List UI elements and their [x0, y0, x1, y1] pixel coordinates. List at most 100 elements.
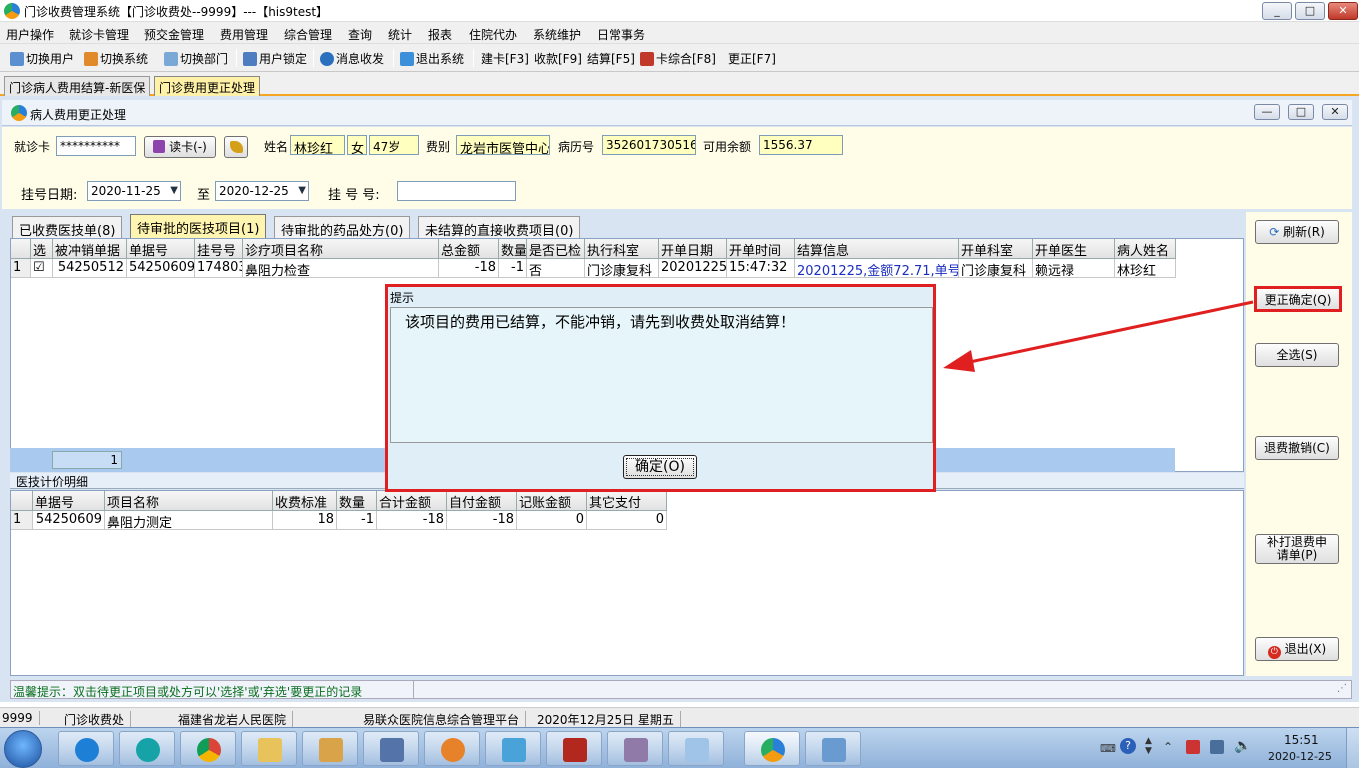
taskbar-his[interactable] — [744, 731, 800, 766]
row-select-checkbox[interactable]: ☑ — [31, 259, 53, 278]
card-reader-icon — [153, 140, 166, 153]
grid-header: 开单时间 — [727, 239, 795, 259]
info-icon — [320, 51, 334, 66]
inner-close-button[interactable]: ✕ — [1322, 104, 1348, 120]
messages-button[interactable]: 消息收发 — [320, 50, 384, 67]
menu-general-mgmt[interactable]: 综合管理 — [284, 26, 332, 43]
start-button[interactable] — [4, 730, 42, 768]
taskbar-remote[interactable] — [805, 731, 861, 766]
inner-minimize-button[interactable]: — — [1254, 104, 1280, 120]
grid-header: 执行科室 — [585, 239, 659, 259]
keyboard-icon[interactable]: ⌨ — [1100, 742, 1116, 755]
inner-window-title: 病人费用更正处理 — [30, 108, 127, 122]
show-desktop-button[interactable] — [1346, 728, 1359, 768]
cell-doctor: 赖远禄 — [1033, 259, 1115, 278]
close-button[interactable]: ✕ — [1328, 2, 1358, 20]
taskbar-edge[interactable] — [119, 731, 175, 766]
exit-system-button[interactable]: 退出系统 — [400, 50, 464, 67]
doctab-correction[interactable]: 门诊费用更正处理 — [154, 76, 261, 96]
dialog-message: 该项目的费用已结算，不能冲销，请先到收费处取消结算！ — [405, 313, 796, 331]
menu-fee-mgmt[interactable]: 费用管理 — [220, 26, 268, 43]
menu-stats[interactable]: 统计 — [388, 26, 412, 43]
settle-button[interactable]: 结算[F5] — [587, 50, 635, 67]
grid-header: 数量 — [499, 239, 527, 259]
cell-reg-no: 1748035 — [195, 259, 243, 278]
volume-icon[interactable]: 🔈 — [1234, 738, 1251, 754]
switch-system-button[interactable]: 切换系统 — [84, 50, 148, 67]
tab-pending-prescriptions[interactable]: 待审批的药品处方(0) — [274, 216, 411, 239]
reg-no-input[interactable] — [397, 181, 516, 201]
taskbar: ⌨ ? ▲ ▼ ⌃ 🔈 15:51 2020-12-25 — [0, 727, 1359, 768]
grid-header: 其它支付 — [587, 491, 667, 511]
taskbar-tool[interactable] — [485, 731, 541, 766]
tab-unsettled-items[interactable]: 未结算的直接收费项目(0) — [418, 216, 581, 239]
menu-card-mgmt[interactable]: 就诊卡管理 — [69, 26, 129, 43]
inner-maximize-button[interactable]: □ — [1288, 104, 1314, 120]
refresh-button[interactable]: ⟳ 刷新(R) — [1255, 220, 1339, 244]
read-card-button[interactable]: 读卡(-) — [144, 136, 216, 158]
exit-button[interactable]: ⏻ 退出(X) — [1255, 637, 1339, 661]
cell-patient: 林珍红 — [1115, 259, 1176, 278]
grid-header-index — [11, 239, 31, 259]
taskbar-notepad[interactable] — [668, 731, 724, 766]
taskbar-explorer[interactable] — [241, 731, 297, 766]
grid-header: 合计金额 — [377, 491, 447, 511]
taskbar-sql[interactable] — [302, 731, 358, 766]
cell-price: 18 — [273, 511, 337, 530]
toolbar-separator — [473, 49, 474, 67]
reprint-refund-button[interactable]: 补打退费申 请单(P) — [1255, 534, 1339, 564]
broom-icon — [230, 141, 243, 153]
minimize-button[interactable]: _ — [1262, 2, 1292, 20]
collect-button[interactable]: 收款[F9] — [534, 50, 582, 67]
menu-query[interactable]: 查询 — [348, 26, 372, 43]
doctab-settlement[interactable]: 门诊病人费用结算-新医保 — [4, 76, 151, 96]
flag-icon[interactable] — [1186, 740, 1200, 754]
taskbar-sql-profiler[interactable] — [363, 731, 419, 766]
taskbar-ie[interactable] — [58, 731, 114, 766]
card-overview-button[interactable]: 卡综合[F8] — [640, 50, 716, 67]
tab-charged-items[interactable]: 已收费医技单(8) — [12, 216, 123, 239]
grid-header: 单据号 — [127, 239, 195, 259]
status-platform: 易联众医院信息综合管理平台 — [363, 711, 527, 728]
fee-type-label: 费别 — [426, 140, 451, 154]
create-card-button[interactable]: 建卡[F3] — [481, 50, 529, 67]
detail-grid: 单据号 项目名称 收费标准 数量 合计金额 自付金额 记账金额 其它支付 1 5… — [10, 490, 1244, 676]
clear-button[interactable] — [224, 136, 248, 158]
resize-grip-icon[interactable]: ⋰ — [1337, 683, 1347, 694]
taskbar-db[interactable] — [607, 731, 663, 766]
date-from-picker[interactable]: 2020-11-25 ▼ — [87, 181, 181, 201]
tab-pending-items[interactable]: 待审批的医技项目(1) — [130, 214, 267, 238]
grid-header: 选 — [31, 239, 53, 259]
menu-sys-maint[interactable]: 系统维护 — [533, 26, 581, 43]
tool-icon — [502, 738, 526, 762]
document-tabs: 门诊病人费用结算-新医保 门诊费用更正处理 — [0, 72, 1359, 96]
magnifier-icon — [441, 738, 465, 762]
power-icon: ⏻ — [1267, 646, 1281, 659]
confirm-correction-button[interactable]: 更正确定(Q) — [1254, 286, 1342, 312]
date-to-picker[interactable]: 2020-12-25 ▼ — [215, 181, 309, 201]
network-icon[interactable] — [1210, 740, 1224, 754]
switch-dept-button[interactable]: 切换部门 — [164, 50, 228, 67]
menu-inpatient[interactable]: 住院代办 — [469, 26, 517, 43]
chevron-icon[interactable]: ▲ — [1145, 736, 1152, 746]
ok-button[interactable]: 确定(O) — [623, 455, 697, 479]
help-icon[interactable]: ? — [1120, 738, 1136, 754]
switch-user-button[interactable]: 切换用户 — [10, 50, 74, 67]
menu-user-ops[interactable]: 用户操作 — [6, 26, 54, 43]
cancel-refund-button[interactable]: 退费撤销(C) — [1255, 436, 1339, 460]
menu-deposit-mgmt[interactable]: 预交金管理 — [144, 26, 204, 43]
user-lock-button[interactable]: 用户锁定 — [243, 50, 307, 67]
menu-daily[interactable]: 日常事务 — [597, 26, 645, 43]
menu-reports[interactable]: 报表 — [428, 26, 452, 43]
sql-icon — [319, 738, 343, 762]
taskbar-chrome[interactable] — [180, 731, 236, 766]
correct-button[interactable]: 更正[F7] — [728, 50, 776, 67]
taskbar-app-red[interactable] — [546, 731, 602, 766]
chevron-down-icon[interactable]: ▼ — [1145, 746, 1152, 756]
taskbar-search[interactable] — [424, 731, 480, 766]
card-number-field[interactable]: ********** — [56, 136, 136, 156]
select-all-button[interactable]: 全选(S) — [1255, 343, 1339, 367]
card-icon — [640, 51, 654, 66]
maximize-button[interactable]: □ — [1295, 2, 1325, 20]
tray-chevron-icon[interactable]: ⌃ — [1163, 740, 1173, 754]
